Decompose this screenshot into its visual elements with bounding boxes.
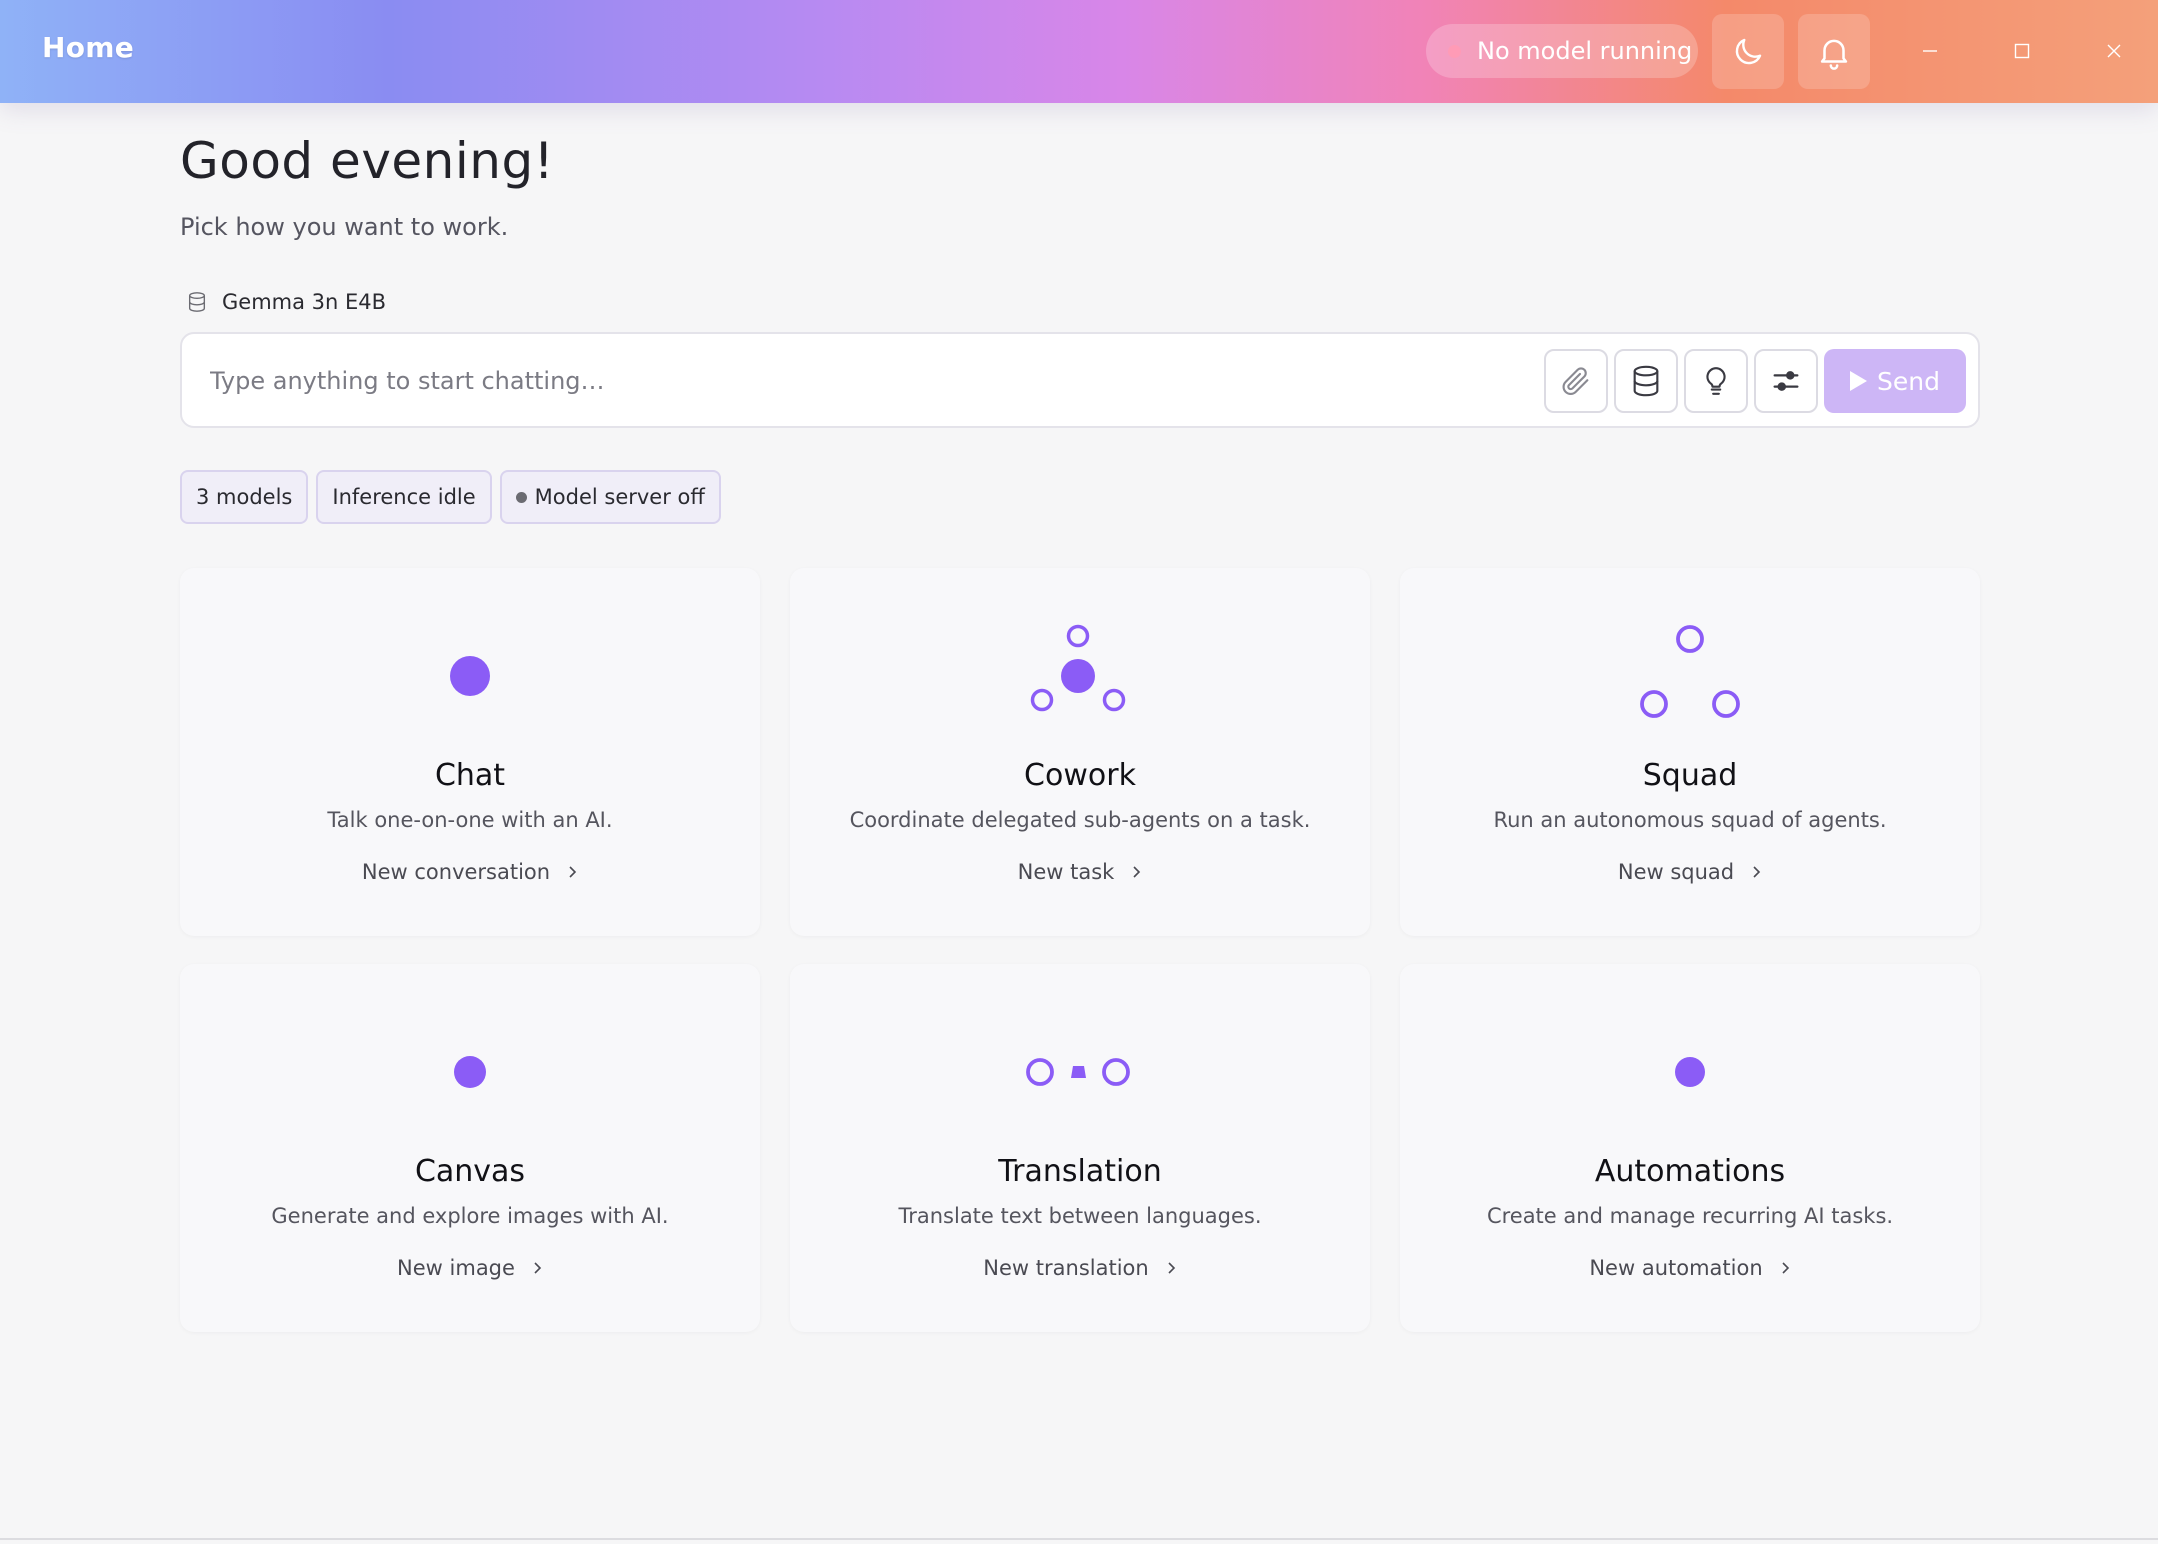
card-title: Canvas [414,1154,526,1189]
new-image-link[interactable]: New image [180,1256,760,1280]
mode-card-translation[interactable]: Translation Translate text between langu… [790,964,1370,1332]
send-button[interactable]: Send [1824,349,1966,413]
minimize-button[interactable] [1905,28,1955,74]
translate-nodes-icon [1026,1058,1130,1086]
model-status-text: No model running [1477,37,1693,65]
card-action-label: New squad [1617,860,1735,884]
new-translation-link[interactable]: New translation [790,1256,1370,1280]
card-title: Automations [1594,1154,1786,1189]
card-description: Translate text between languages. [898,1204,1262,1228]
close-button[interactable] [2089,28,2139,74]
chip-label: Inference idle [332,485,476,509]
chip-label: Model server off [534,485,705,509]
inference-status-chip[interactable]: Inference idle [316,470,492,524]
window-bottom-border [0,1538,2158,1540]
chevron-right-icon [1130,864,1142,880]
database-icon [188,292,206,312]
send-icon [1850,371,1868,391]
new-conversation-link[interactable]: New conversation [180,860,760,884]
close-icon [2107,44,2121,58]
server-status-dot-icon [515,491,527,503]
minimize-icon [1923,50,1937,52]
model-selector[interactable]: Gemma 3n E4B [186,290,386,314]
chip-label: 3 models [196,485,293,509]
models-count-chip[interactable]: 3 models [180,470,309,524]
theme-toggle-button[interactable] [1712,14,1784,89]
single-dot-icon [1675,1057,1705,1087]
chat-settings-button[interactable] [1754,349,1818,413]
chevron-right-icon [1165,1260,1177,1276]
moon-icon [1735,38,1762,64]
hub-nodes-icon [1030,624,1126,712]
maximize-icon [2014,43,2030,59]
chat-composer: Send [180,332,1980,428]
single-dot-icon [450,656,490,696]
send-label: Send [1877,366,1940,396]
card-description: Talk one-on-one with an AI. [327,808,613,832]
status-dot-icon [1448,44,1461,58]
card-description: Generate and explore images with AI. [271,1204,669,1228]
chat-input[interactable] [210,356,1510,406]
card-description: Coordinate delegated sub-agents on a tas… [849,808,1311,832]
bell-icon [1820,39,1848,70]
knowledge-base-button[interactable] [1614,349,1678,413]
chevron-right-icon [1750,864,1762,880]
mode-card-cowork[interactable]: Cowork Coordinate delegated sub-agents o… [790,568,1370,936]
new-squad-link[interactable]: New squad [1400,860,1980,884]
mode-card-automations[interactable]: Automations Create and manage recurring … [1400,964,1980,1332]
triangle-nodes-icon [1640,625,1740,718]
attach-file-button[interactable] [1544,349,1608,413]
mode-card-squad[interactable]: Squad Run an autonomous squad of agents.… [1400,568,1980,936]
card-title: Cowork [1024,758,1136,793]
mode-card-chat[interactable]: Chat Talk one-on-one with an AI. New con… [180,568,760,936]
model-status-badge[interactable]: No model running [1426,24,1698,78]
maximize-button[interactable] [1997,28,2047,74]
card-action-label: New conversation [361,860,551,884]
chevron-right-icon [531,1260,543,1276]
chevron-right-icon [566,864,578,880]
paperclip-icon [1562,367,1589,396]
model-server-chip[interactable]: Model server off [499,470,721,524]
lightbulb-icon [1706,367,1726,395]
card-action-label: New image [397,1256,515,1280]
model-name: Gemma 3n E4B [222,290,387,314]
card-description: Run an autonomous squad of agents. [1493,808,1887,832]
card-title: Chat [434,758,506,793]
mode-card-canvas[interactable]: Canvas Generate and explore images with … [180,964,760,1332]
card-action-label: New task [1017,860,1115,884]
sliders-icon [1773,371,1799,391]
status-chips: 3 models Inference idle Model server off [180,470,729,524]
new-automation-link[interactable]: New automation [1400,1256,1980,1280]
greeting-subtitle: Pick how you want to work. [180,213,509,241]
card-title: Translation [998,1154,1162,1189]
page-title: Home [42,31,135,64]
notifications-button[interactable] [1798,14,1870,89]
card-action-label: New automation [1589,1256,1763,1280]
card-title: Squad [1642,758,1738,793]
database-icon [1633,365,1659,397]
greeting-heading: Good evening! [180,132,555,190]
card-description: Create and manage recurring AI tasks. [1486,1204,1894,1228]
new-task-link[interactable]: New task [790,860,1370,884]
card-action-label: New translation [983,1256,1149,1280]
reasoning-toggle-button[interactable] [1684,349,1748,413]
chevron-right-icon [1779,1260,1791,1276]
title-bar: Home No model running [0,0,2158,103]
single-dot-icon [454,1056,486,1088]
